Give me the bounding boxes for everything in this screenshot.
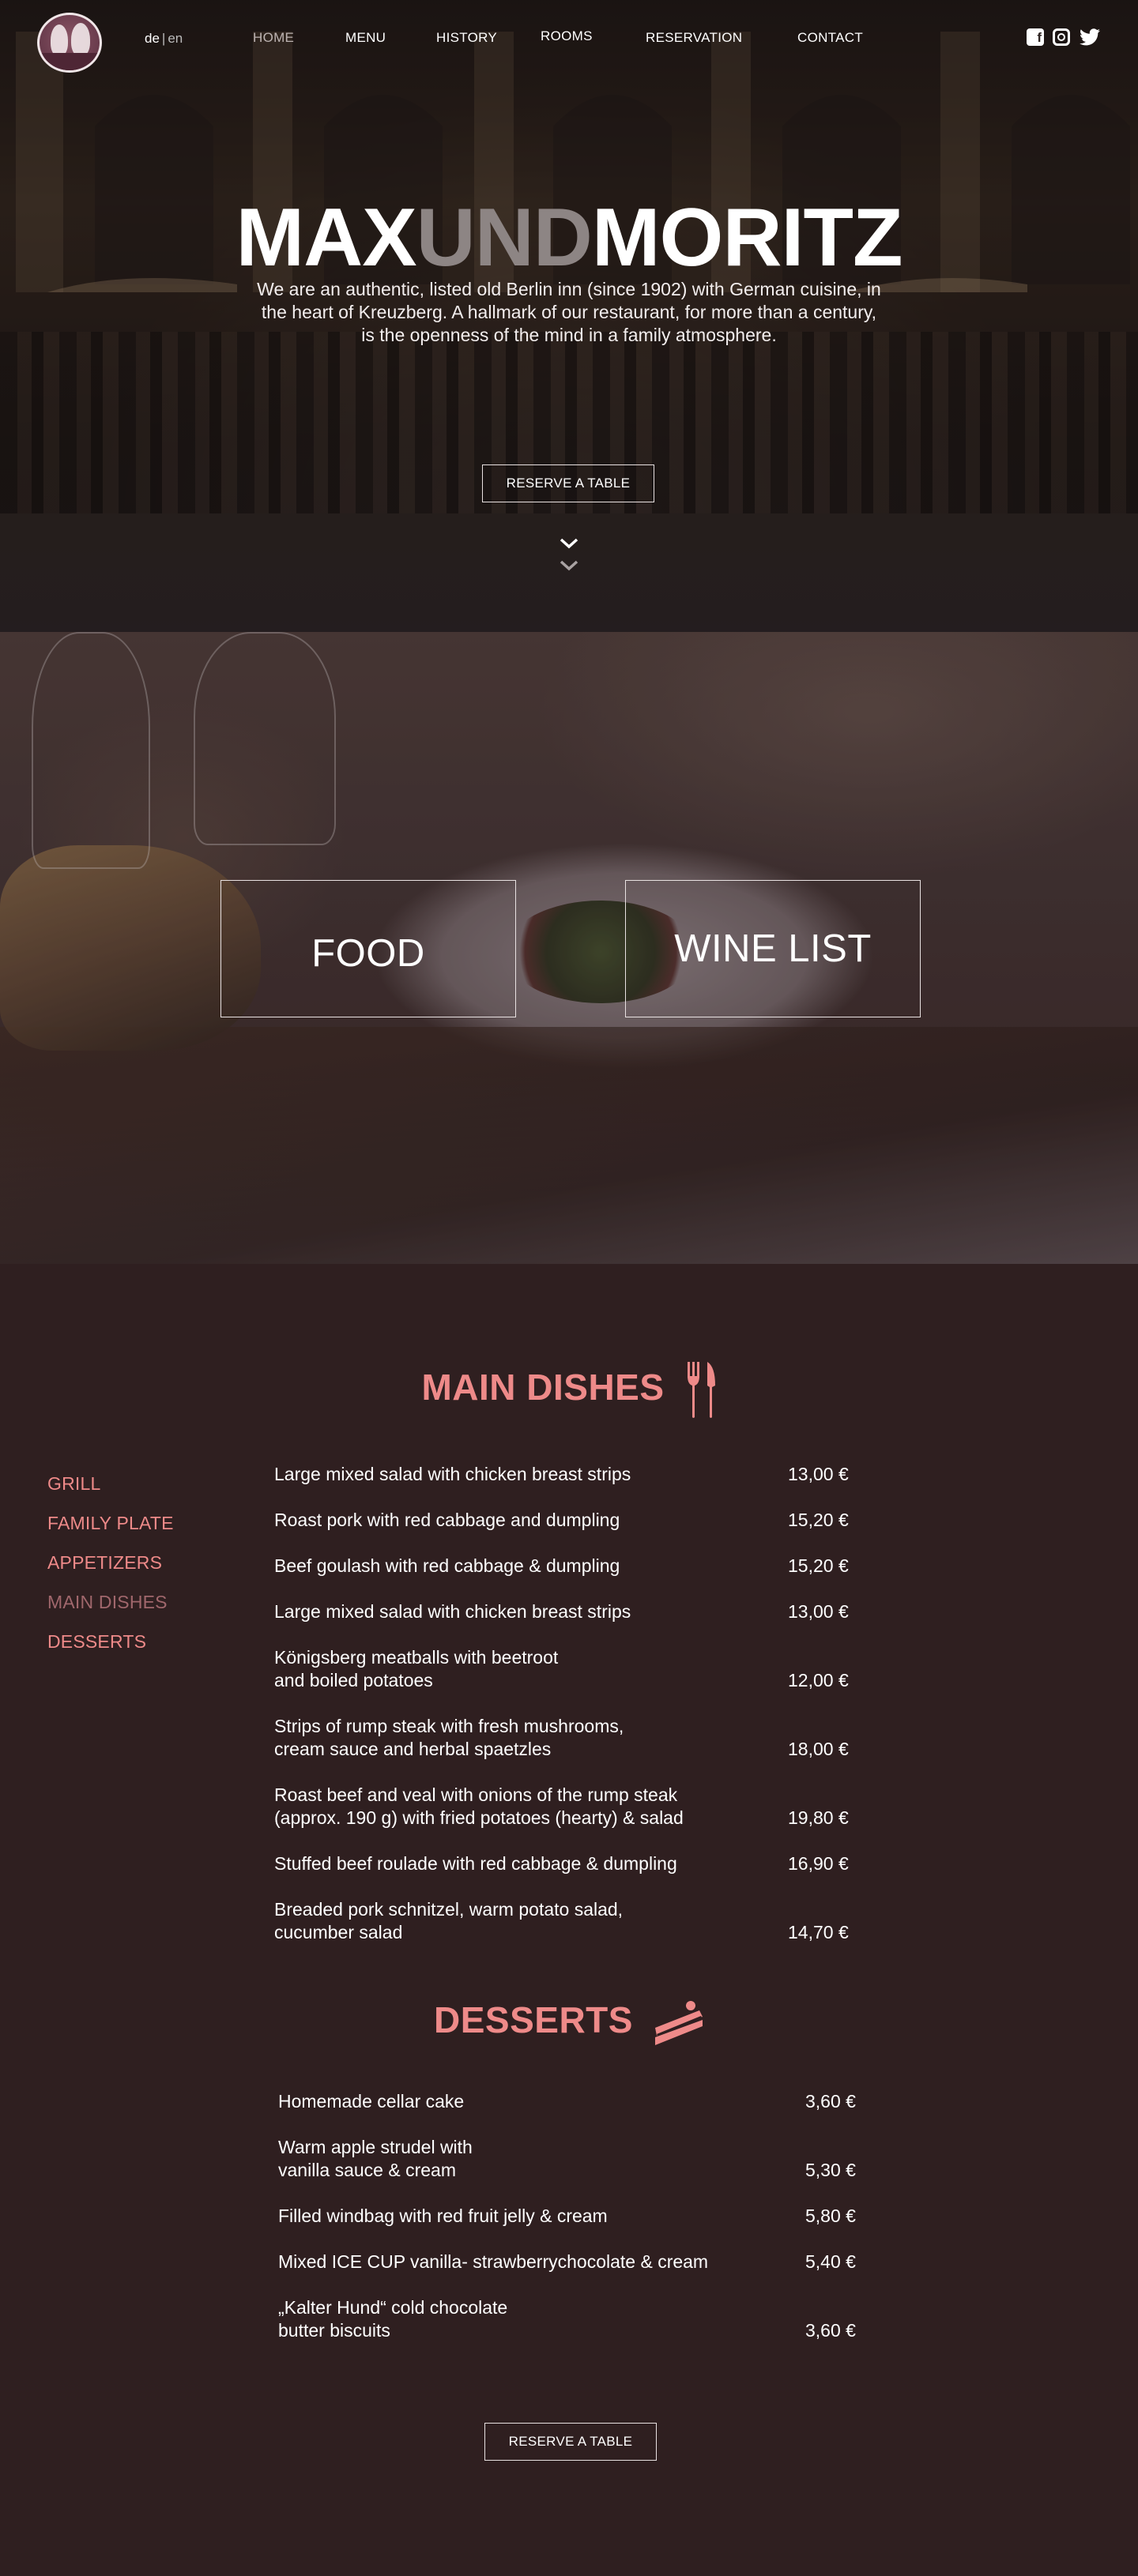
list-item: Warm apple strudel with vanilla sauce & … (278, 2136, 863, 2182)
lang-separator: | (161, 31, 166, 46)
menu-section: MAIN DISHES GRILL FAMILY PLATE APPETIZER… (0, 1264, 1138, 2576)
list-item: Beef goulash with red cabbage & dumpling… (274, 1555, 859, 1578)
item-price: 16,90 € (788, 1853, 849, 1874)
item-price: 5,80 € (805, 2206, 856, 2226)
list-item: Roast beef and veal with onions of the r… (274, 1784, 859, 1830)
list-item: Strips of rump steak with fresh mushroom… (274, 1715, 859, 1761)
food-category-button[interactable]: FOOD (220, 880, 516, 1017)
nav-home[interactable]: HOME (253, 30, 294, 46)
item-price: 13,00 € (788, 1464, 849, 1484)
chevron-down-icon (560, 560, 578, 571)
item-price: 19,80 € (788, 1807, 849, 1828)
list-item: Roast pork with red cabbage and dumpling… (274, 1509, 859, 1532)
hero-section: de | en HOME MENU HISTORY ROOMS RESERVATIO… (0, 0, 1138, 632)
nav-reservation[interactable]: RESERVATION (646, 30, 742, 46)
nav-menu[interactable]: MENU (345, 30, 386, 46)
nav-rooms[interactable]: ROOMS (541, 28, 593, 44)
lang-de[interactable]: de (145, 31, 160, 46)
desserts-heading: DESSERTS (0, 1999, 1138, 2047)
nav-contact[interactable]: CONTACT (797, 30, 863, 46)
list-item: Filled windbag with red fruit jelly & cr… (278, 2205, 863, 2228)
item-price: 5,30 € (805, 2160, 856, 2180)
facebook-icon[interactable]: f (1027, 28, 1044, 46)
sidebar-item-main-dishes[interactable]: MAIN DISHES (47, 1591, 174, 1630)
item-price: 3,60 € (805, 2320, 856, 2341)
menu-category-sidebar: GRILL FAMILY PLATE APPETIZERS MAIN DISHE… (47, 1472, 174, 1670)
instagram-icon[interactable] (1053, 28, 1070, 46)
logo[interactable] (37, 13, 102, 73)
sidebar-item-desserts[interactable]: DESSERTS (47, 1630, 174, 1670)
item-price: 18,00 € (788, 1739, 849, 1759)
sidebar-item-grill[interactable]: GRILL (47, 1472, 174, 1512)
sidebar-item-family-plate[interactable]: FAMILY PLATE (47, 1512, 174, 1551)
fork-knife-icon (687, 1362, 715, 1418)
list-item: „Kalter Hund“ cold chocolate butter bisc… (278, 2296, 863, 2342)
list-item: Stuffed beef roulade with red cabbage & … (274, 1852, 859, 1875)
item-price: 15,20 € (788, 1555, 849, 1576)
menu-categories-section: FOOD WINE LIST (0, 632, 1138, 1264)
list-item: Breaded pork schnitzel, warm potato sala… (274, 1898, 859, 1944)
reserve-table-button[interactable]: RESERVE A TABLE (484, 2423, 657, 2461)
reserve-table-button[interactable]: RESERVE A TABLE (482, 464, 654, 502)
item-price: 3,60 € (805, 2091, 856, 2112)
item-price: 13,00 € (788, 1601, 849, 1622)
list-item: Mixed ICE CUP vanilla- strawberrychocola… (278, 2251, 863, 2273)
language-switcher: de | en (145, 31, 183, 47)
chevron-down-icon[interactable] (559, 537, 579, 550)
hero-description: We are an authentic, listed old Berlin i… (257, 279, 881, 345)
list-item: Königsberg meatballs with beetroot and b… (274, 1646, 859, 1692)
item-price: 5,40 € (805, 2251, 856, 2272)
top-navigation: de | en HOME MENU HISTORY ROOMS RESERVATIO… (0, 0, 1138, 79)
item-price: 12,00 € (788, 1670, 849, 1690)
list-item: Large mixed salad with chicken breast st… (274, 1463, 859, 1486)
item-price: 14,70 € (788, 1922, 849, 1942)
wine-list-category-button[interactable]: WINE LIST (625, 880, 921, 1017)
twitter-icon[interactable] (1080, 28, 1100, 46)
list-item: Homemade cellar cake 3,60 € (278, 2090, 863, 2113)
list-item: Large mixed salad with chicken breast st… (274, 1600, 859, 1623)
main-dishes-heading: MAIN DISHES (0, 1362, 1138, 1419)
hero-title: MAXUNDMORITZ (236, 192, 902, 284)
nav-history[interactable]: HISTORY (436, 30, 497, 46)
lang-en[interactable]: en (168, 31, 183, 46)
item-price: 15,20 € (788, 1510, 849, 1530)
cake-slice-icon (654, 2000, 703, 2045)
sidebar-item-appetizers[interactable]: APPETIZERS (47, 1551, 174, 1591)
